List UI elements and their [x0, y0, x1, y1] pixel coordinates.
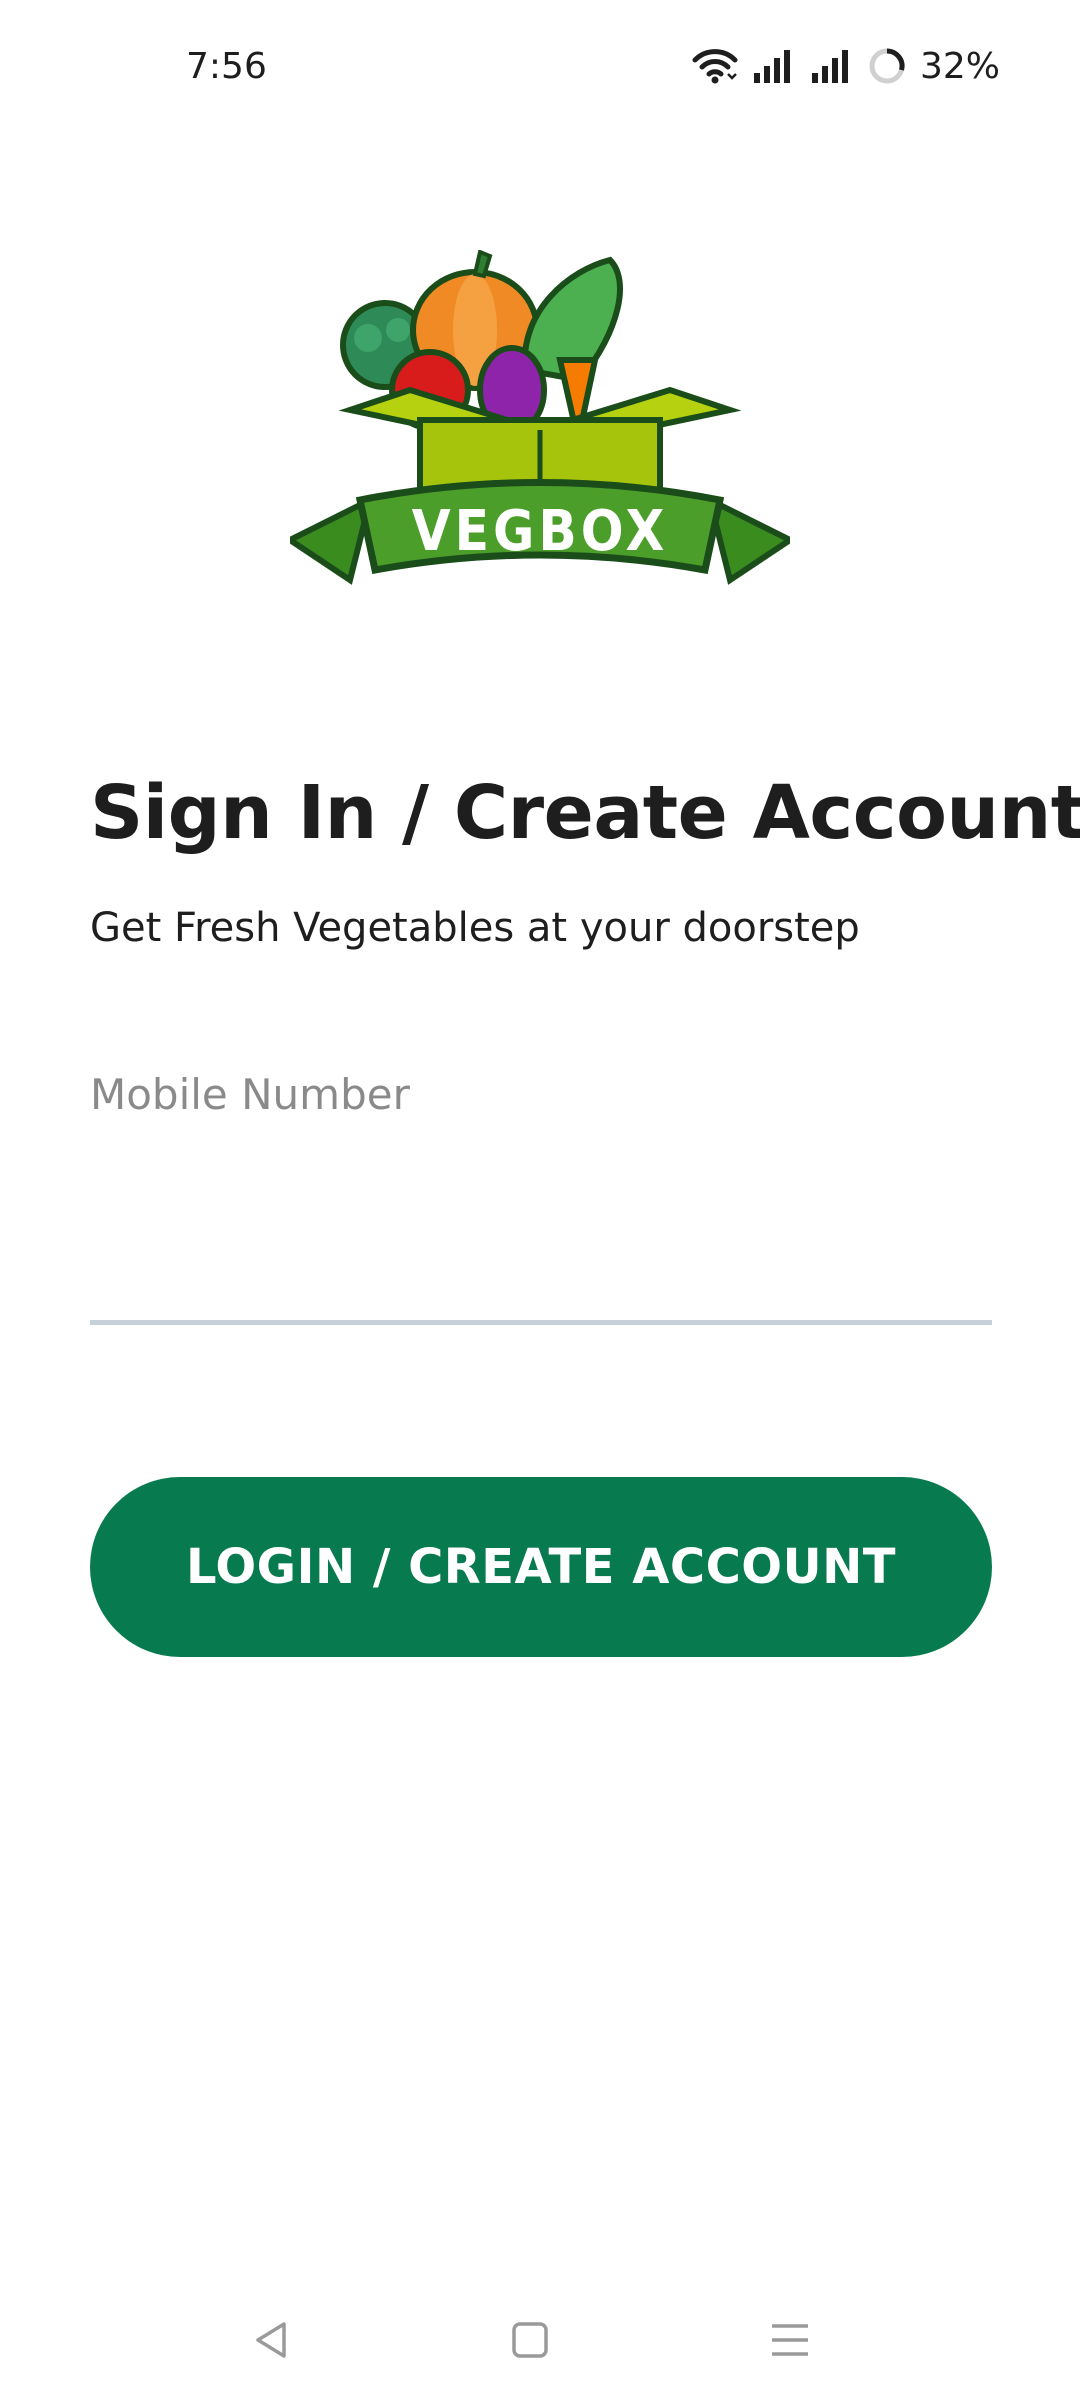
mobile-number-field[interactable]: Mobile Number	[90, 1060, 992, 1330]
status-bar: 7:56 32%	[0, 0, 1080, 140]
wifi-icon	[692, 48, 738, 84]
login-create-account-button[interactable]: LOGIN / CREATE ACCOUNT	[90, 1477, 992, 1657]
status-icons: 32%	[692, 44, 1000, 88]
mobile-number-label: Mobile Number	[90, 1070, 410, 1119]
back-icon[interactable]	[242, 2310, 302, 2370]
page-title: Sign In / Create Account	[90, 770, 1080, 856]
menu-icon[interactable]	[760, 2310, 820, 2370]
mobile-number-underline	[90, 1320, 992, 1325]
vegbox-logo: VEGBOX	[284, 249, 796, 620]
home-icon[interactable]	[500, 2310, 560, 2370]
signal-icon	[810, 49, 854, 83]
mobile-number-input[interactable]	[90, 1170, 992, 1320]
page-subtitle: Get Fresh Vegetables at your doorstep	[90, 905, 860, 951]
navigation-bar	[0, 2290, 1080, 2380]
status-time: 7:56	[186, 46, 267, 87]
logo-brand-text: VEGBOX	[412, 499, 669, 564]
battery-percentage: 32%	[919, 45, 1000, 87]
signal-icon	[752, 49, 796, 83]
battery-icon	[868, 47, 906, 85]
